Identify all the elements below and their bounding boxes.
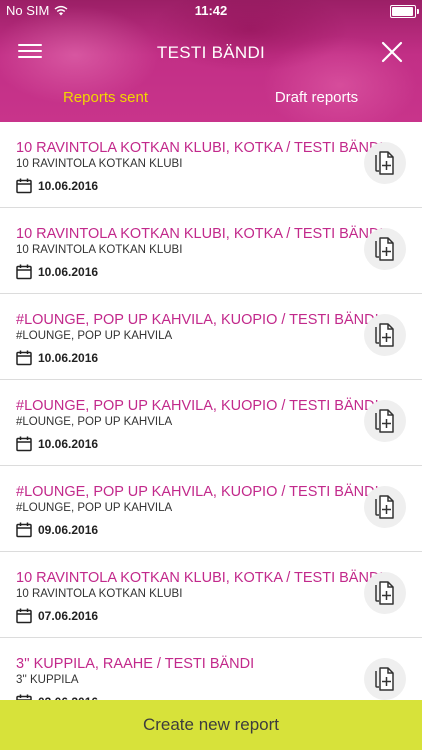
create-new-report-label: Create new report [142, 715, 280, 734]
list-item[interactable]: 10 RAVINTOLA KOTKAN KLUBI, KOTKA / TESTI… [0, 208, 422, 294]
copy-add-document-icon [375, 495, 394, 519]
create-new-report-button[interactable]: Create new report [0, 700, 422, 750]
copy-add-document-icon [375, 581, 394, 605]
close-icon [381, 41, 403, 63]
list-item[interactable]: #LOUNGE, POP UP KAHVILA, KUOPIO / TESTI … [0, 294, 422, 380]
calendar-icon [16, 264, 32, 280]
report-venue: #LOUNGE, POP UP KAHVILA [16, 330, 173, 342]
report-venue: 3'' KUPPILA [16, 674, 79, 686]
report-date-row: 07.06.2016 [16, 608, 98, 624]
app-header: No SIM 11:42 TESTI BÄNDI Reports sent Dr… [0, 0, 422, 122]
status-time: 11:42 [194, 3, 228, 18]
battery-icon [390, 5, 419, 18]
report-date: 10.06.2016 [38, 437, 99, 451]
list-item[interactable]: 10 RAVINTOLA KOTKAN KLUBI, KOTKA / TESTI… [0, 552, 422, 638]
copy-add-document-icon [375, 237, 394, 261]
calendar-icon [16, 522, 32, 538]
copy-report-button[interactable] [364, 142, 406, 184]
report-title: 10 RAVINTOLA KOTKAN KLUBI, KOTKA / TESTI… [16, 140, 384, 156]
report-date: 10.06.2016 [38, 265, 99, 279]
report-title: #LOUNGE, POP UP KAHVILA, KUOPIO / TESTI … [16, 312, 379, 328]
copy-add-document-icon [375, 323, 394, 347]
report-title: #LOUNGE, POP UP KAHVILA, KUOPIO / TESTI … [16, 484, 379, 500]
list-item[interactable]: #LOUNGE, POP UP KAHVILA, KUOPIO / TESTI … [0, 466, 422, 552]
report-date-row: 09.06.2016 [16, 522, 98, 538]
copy-add-document-icon [375, 151, 394, 175]
copy-report-button[interactable] [364, 658, 406, 700]
copy-report-button[interactable] [364, 400, 406, 442]
report-venue: #LOUNGE, POP UP KAHVILA [16, 416, 173, 428]
list-item[interactable]: #LOUNGE, POP UP KAHVILA, KUOPIO / TESTI … [0, 380, 422, 466]
copy-add-document-icon [375, 667, 394, 691]
reports-list: 10 RAVINTOLA KOTKAN KLUBI, KOTKA / TESTI… [0, 122, 422, 724]
copy-report-button[interactable] [364, 572, 406, 614]
copy-report-button[interactable] [364, 228, 406, 270]
tab-draft-reports[interactable]: Draft reports [211, 84, 422, 122]
calendar-icon [16, 608, 32, 624]
report-date: 09.06.2016 [38, 523, 99, 537]
report-date: 10.06.2016 [38, 179, 99, 193]
report-date-row: 10.06.2016 [16, 436, 98, 452]
page-title: TESTI BÄNDI [156, 43, 266, 62]
tab-reports-sent[interactable]: Reports sent [0, 84, 211, 122]
report-title: 10 RAVINTOLA KOTKAN KLUBI, KOTKA / TESTI… [16, 570, 384, 586]
report-venue: 10 RAVINTOLA KOTKAN KLUBI [16, 588, 183, 600]
report-title: 3'' KUPPILA, RAAHE / TESTI BÄNDI [16, 656, 255, 672]
calendar-icon [16, 178, 32, 194]
report-venue: #LOUNGE, POP UP KAHVILA [16, 502, 173, 514]
copy-report-button[interactable] [364, 314, 406, 356]
report-date: 07.06.2016 [38, 609, 99, 623]
report-venue: 10 RAVINTOLA KOTKAN KLUBI [16, 158, 183, 170]
report-venue: 10 RAVINTOLA KOTKAN KLUBI [16, 244, 183, 256]
report-date-row: 10.06.2016 [16, 350, 98, 366]
copy-report-button[interactable] [364, 486, 406, 528]
report-date-row: 10.06.2016 [16, 264, 98, 280]
list-item[interactable]: 10 RAVINTOLA KOTKAN KLUBI, KOTKA / TESTI… [0, 122, 422, 208]
copy-add-document-icon [375, 409, 394, 433]
status-bar: No SIM 11:42 [0, 0, 422, 22]
calendar-icon [16, 436, 32, 452]
report-date: 10.06.2016 [38, 351, 99, 365]
report-title: #LOUNGE, POP UP KAHVILA, KUOPIO / TESTI … [16, 398, 379, 414]
calendar-icon [16, 350, 32, 366]
report-title: 10 RAVINTOLA KOTKAN KLUBI, KOTKA / TESTI… [16, 226, 384, 242]
report-date-row: 10.06.2016 [16, 178, 98, 194]
close-button[interactable] [380, 40, 404, 64]
tab-bar: Reports sent Draft reports [0, 84, 422, 122]
